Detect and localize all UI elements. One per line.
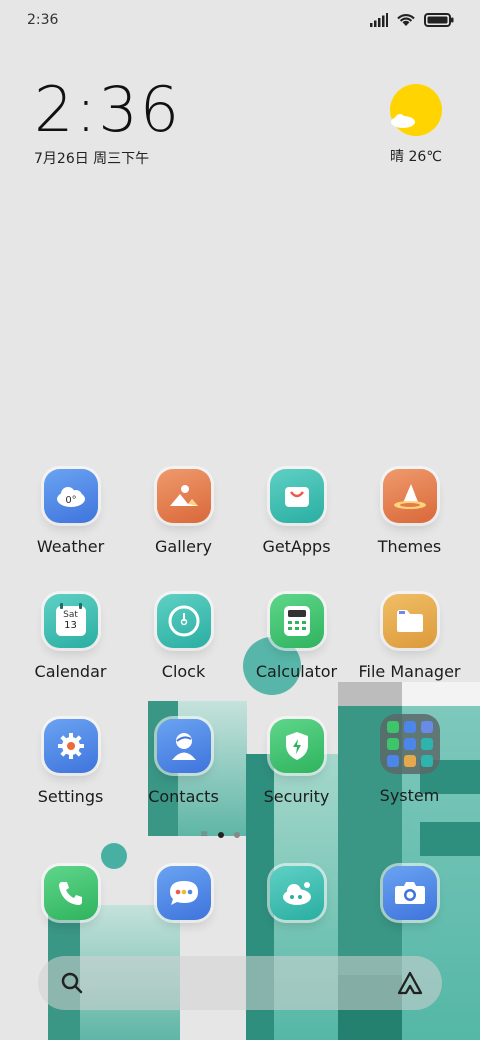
page-dot <box>234 832 241 838</box>
shield-icon <box>269 719 324 773</box>
search-bar[interactable] <box>38 956 442 1010</box>
app-settings[interactable]: Settings <box>14 719 127 806</box>
calendar-date: 13 <box>64 620 77 631</box>
weather-widget[interactable]: 晴 26℃ <box>386 84 446 166</box>
app-label: File Manager <box>358 662 461 681</box>
app-getapps[interactable]: GetApps <box>240 469 353 556</box>
app-label: GetApps <box>262 537 331 556</box>
app-label: Clock <box>161 662 206 681</box>
cloud-face-icon <box>269 866 324 920</box>
app-label: Weather <box>36 537 105 556</box>
app-label: Contacts <box>148 787 219 806</box>
app-contacts[interactable]: Contacts <box>127 719 240 806</box>
calculator-icon <box>269 594 324 648</box>
app-label: Calculator <box>255 662 338 681</box>
app-file-manager[interactable]: File Manager <box>353 594 466 681</box>
status-bar: 2:36 <box>0 0 480 42</box>
app-label: Settings <box>37 787 104 806</box>
wizard-hat-icon <box>382 469 437 523</box>
app-weather[interactable]: 0° Weather <box>14 469 127 556</box>
app-themes[interactable]: Themes <box>353 469 466 556</box>
dock-cloud[interactable] <box>240 866 353 920</box>
dock-phone[interactable] <box>14 866 127 920</box>
person-icon <box>156 719 211 773</box>
message-icon <box>156 866 211 920</box>
folder-icon <box>382 594 437 648</box>
status-time: 2:36 <box>27 12 59 28</box>
app-label: Gallery <box>155 537 212 556</box>
battery-icon <box>424 12 454 27</box>
folder-system[interactable]: System <box>353 714 466 805</box>
mountain-image-icon <box>156 469 211 523</box>
gear-icon <box>43 719 98 773</box>
dock-camera[interactable] <box>353 866 466 920</box>
folder-grid-icon <box>379 714 440 774</box>
widget-date: 7月26日 周三下午 <box>34 151 150 167</box>
clock-icon <box>156 594 211 648</box>
app-label: Themes <box>377 537 442 556</box>
phone-icon <box>43 866 98 920</box>
wifi-icon <box>397 14 415 26</box>
app-label: System <box>379 786 440 805</box>
sunny-weather-icon <box>390 84 442 136</box>
page-indicator[interactable]: ≡ <box>200 829 241 840</box>
dock-messages[interactable] <box>127 866 240 920</box>
shopping-bag-icon <box>269 469 324 523</box>
widget-time: 2:36 <box>34 73 182 146</box>
app-gallery[interactable]: Gallery <box>127 469 240 556</box>
clock-widget[interactable]: 2:36 7月26日 周三下午 <box>34 76 181 168</box>
camera-icon <box>382 866 437 920</box>
app-label: Security <box>263 787 330 806</box>
app-calculator[interactable]: Calculator <box>240 594 353 681</box>
calendar-icon: Sat 13 <box>43 594 98 648</box>
assistant-icon[interactable] <box>396 970 424 996</box>
search-icon <box>61 972 83 994</box>
app-security[interactable]: Security <box>240 719 353 806</box>
app-calendar[interactable]: Sat 13 Calendar <box>14 594 127 681</box>
page-dot-active <box>218 832 225 838</box>
app-label: Calendar <box>34 662 107 681</box>
all-apps-indicator-icon: ≡ <box>200 829 209 840</box>
weather-app-icon: 0° <box>43 469 98 523</box>
weather-summary: 晴 26℃ <box>390 149 442 165</box>
svg-text:0°: 0° <box>65 495 76 506</box>
signal-icon <box>370 12 388 27</box>
app-clock[interactable]: Clock <box>127 594 240 681</box>
